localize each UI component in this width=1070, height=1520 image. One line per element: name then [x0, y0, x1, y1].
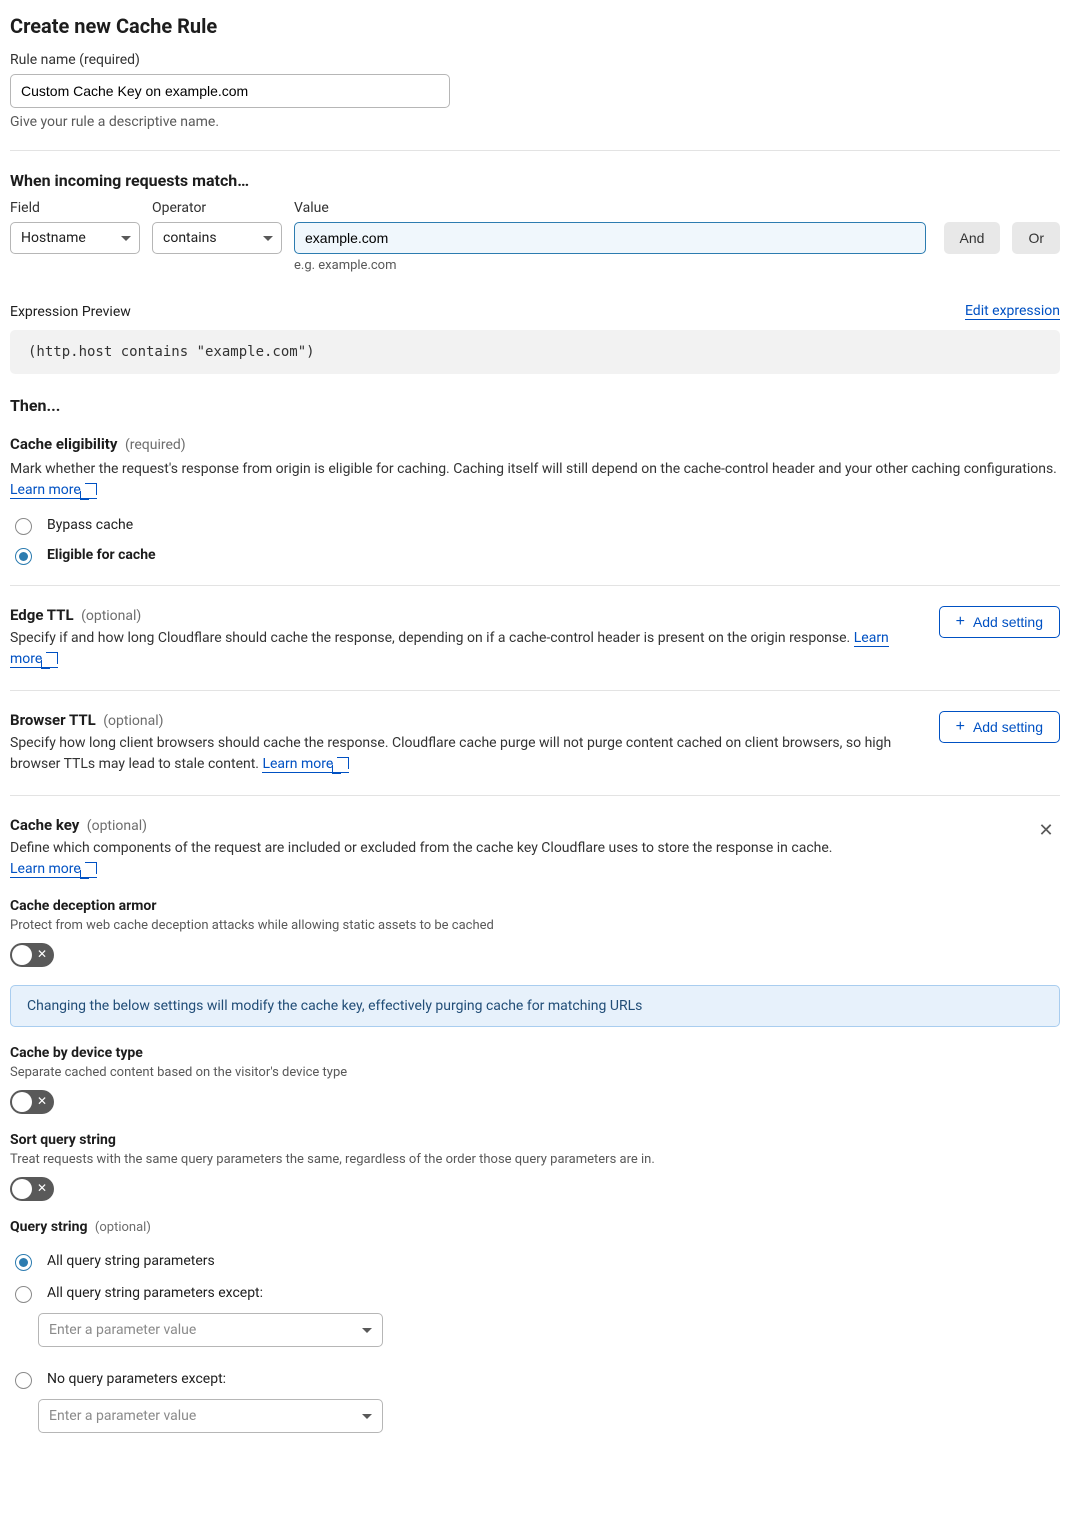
match-heading: When incoming requests match…: [10, 171, 1060, 190]
sort-qs-title: Sort query string: [10, 1132, 1060, 1148]
toggle-off-icon: ✕: [37, 1181, 47, 1195]
qs-except-radio[interactable]: [15, 1286, 32, 1303]
chevron-down-icon: [362, 1414, 372, 1419]
qs-title: Query string: [10, 1219, 87, 1235]
eligibility-learn-more-link[interactable]: Learn more: [10, 482, 97, 499]
plus-icon: +: [956, 614, 965, 630]
qs-none-except-label: No query parameters except:: [47, 1371, 226, 1387]
browser-ttl-desc: Specify how long client browsers should …: [10, 735, 891, 772]
qs-except-label: All query string parameters except:: [47, 1285, 263, 1301]
sort-qs-toggle[interactable]: ✕: [10, 1177, 54, 1201]
cache-device-toggle[interactable]: ✕: [10, 1090, 54, 1114]
external-link-icon: [337, 757, 349, 769]
edge-ttl-optional-tag: (optional): [81, 608, 141, 624]
cache-deception-desc: Protect from web cache deception attacks…: [10, 918, 1060, 933]
cache-key-desc: Define which components of the request a…: [10, 840, 833, 856]
external-link-icon: [85, 862, 97, 874]
qs-none-except-input[interactable]: Enter a parameter value: [38, 1399, 383, 1433]
operator-select[interactable]: contains: [152, 222, 282, 254]
qs-all-radio[interactable]: [15, 1254, 32, 1271]
cache-key-remove-button[interactable]: ✕: [1032, 816, 1060, 844]
edit-expression-link[interactable]: Edit expression: [965, 303, 1060, 320]
toggle-off-icon: ✕: [37, 947, 47, 961]
eligibility-title: Cache eligibility: [10, 435, 117, 453]
qs-none-except-radio[interactable]: [15, 1372, 32, 1389]
browser-ttl-title: Browser TTL: [10, 711, 96, 729]
and-button[interactable]: And: [944, 222, 1001, 254]
cache-key-title: Cache key: [10, 816, 79, 834]
value-label: Value: [294, 200, 926, 216]
browser-ttl-add-button[interactable]: + Add setting: [939, 711, 1060, 743]
param-placeholder: Enter a parameter value: [49, 1322, 196, 1338]
bypass-cache-radio[interactable]: [15, 518, 32, 535]
bypass-cache-label: Bypass cache: [47, 517, 133, 533]
external-link-icon: [85, 483, 97, 495]
value-input[interactable]: [294, 222, 926, 254]
cache-device-desc: Separate cached content based on the vis…: [10, 1065, 1060, 1080]
cache-key-optional-tag: (optional): [87, 818, 147, 834]
edge-ttl-title: Edge TTL: [10, 606, 74, 624]
cache-deception-title: Cache deception armor: [10, 898, 1060, 914]
divider: [10, 150, 1060, 151]
rule-name-input[interactable]: [10, 74, 450, 108]
cache-device-title: Cache by device type: [10, 1045, 1060, 1061]
browser-ttl-optional-tag: (optional): [103, 713, 163, 729]
eligibility-required-tag: (required): [125, 437, 186, 453]
or-button[interactable]: Or: [1012, 222, 1060, 254]
rule-name-label: Rule name (required): [10, 52, 1060, 68]
edge-ttl-add-button[interactable]: + Add setting: [939, 606, 1060, 638]
value-hint: e.g. example.com: [294, 258, 926, 273]
eligible-cache-label: Eligible for cache: [47, 547, 156, 563]
toggle-off-icon: ✕: [37, 1094, 47, 1108]
chevron-down-icon: [362, 1328, 372, 1333]
cache-deception-toggle[interactable]: ✕: [10, 943, 54, 967]
expression-preview-label: Expression Preview: [10, 304, 131, 320]
cache-key-learn-more-link[interactable]: Learn more: [10, 861, 97, 878]
chevron-down-icon: [263, 236, 273, 241]
cache-key-info-banner: Changing the below settings will modify …: [10, 985, 1060, 1027]
chevron-down-icon: [121, 236, 131, 241]
eligible-cache-radio[interactable]: [15, 548, 32, 565]
external-link-icon: [46, 652, 58, 664]
plus-icon: +: [956, 719, 965, 735]
param-placeholder: Enter a parameter value: [49, 1408, 196, 1424]
page-title: Create new Cache Rule: [10, 14, 1060, 38]
field-select[interactable]: Hostname: [10, 222, 140, 254]
sort-qs-desc: Treat requests with the same query param…: [10, 1152, 1060, 1167]
field-select-value: Hostname: [21, 230, 86, 246]
divider: [10, 795, 1060, 796]
expression-code: (http.host contains "example.com"): [10, 330, 1060, 374]
browser-ttl-learn-more-link[interactable]: Learn more: [262, 756, 349, 773]
operator-select-value: contains: [163, 230, 217, 246]
field-label: Field: [10, 200, 140, 216]
divider: [10, 690, 1060, 691]
eligibility-desc: Mark whether the request's response from…: [10, 461, 1057, 477]
qs-except-input[interactable]: Enter a parameter value: [38, 1313, 383, 1347]
then-heading: Then...: [10, 396, 1060, 415]
qs-all-label: All query string parameters: [47, 1253, 215, 1269]
qs-optional-tag: (optional): [95, 1220, 151, 1235]
edge-ttl-desc: Specify if and how long Cloudflare shoul…: [10, 630, 854, 646]
divider: [10, 585, 1060, 586]
rule-name-help: Give your rule a descriptive name.: [10, 114, 1060, 130]
operator-label: Operator: [152, 200, 282, 216]
